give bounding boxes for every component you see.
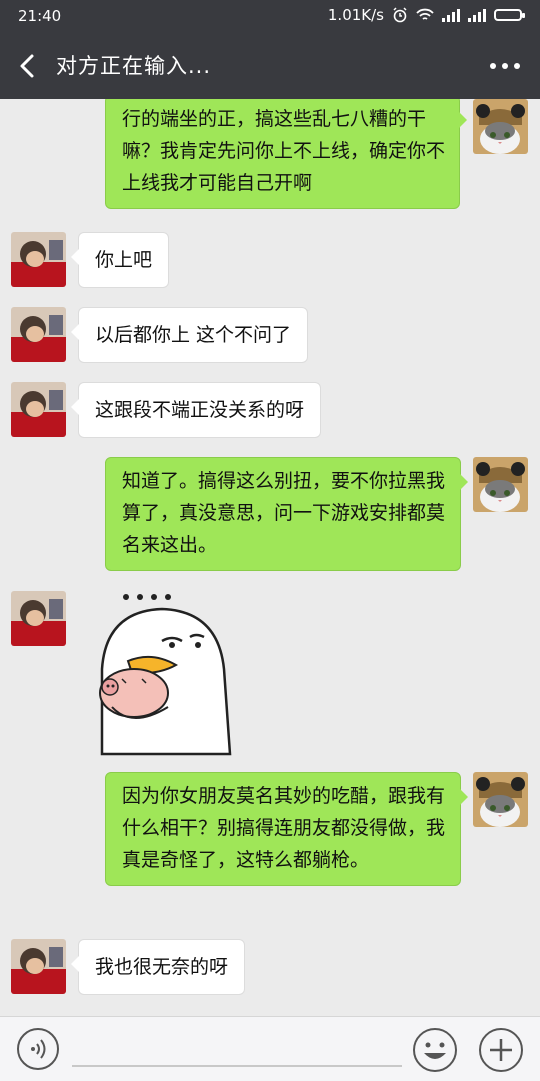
message-list[interactable]: 行的端坐的正，搞这些乱七八糟的干嘛？我肯定先问你上不上线，确定你不上线我才可能自… xyxy=(0,99,540,1016)
input-bar xyxy=(0,1016,540,1081)
my-avatar[interactable] xyxy=(473,772,528,827)
message-bubble-in[interactable]: 你上吧 xyxy=(70,232,170,288)
message-text: 知道了。搞得这么别扭，要不你拉黑我算了，真没意思，问一下游戏安排都莫名来这出。 xyxy=(122,470,446,556)
duck-holding-pig-sticker[interactable] xyxy=(92,589,242,759)
status-bar: 21:40 1.01K/s xyxy=(0,0,540,32)
status-indicators: 1.01K/s xyxy=(327,6,525,24)
battery-icon xyxy=(494,9,525,21)
chat-header: 对方正在输入... xyxy=(0,32,540,99)
voice-input-icon[interactable] xyxy=(16,1027,60,1071)
contact-avatar[interactable] xyxy=(11,591,66,646)
message-bubble-in[interactable]: 我也很无奈的呀 xyxy=(70,939,246,995)
contact-avatar[interactable] xyxy=(11,232,66,287)
status-time: 21:40 xyxy=(18,7,62,25)
message-text: 你上吧 xyxy=(95,249,153,271)
more-dots-icon[interactable] xyxy=(488,54,522,78)
alarm-icon xyxy=(393,7,407,23)
message-bubble-in[interactable]: 这跟段不端正没关系的呀 xyxy=(70,382,322,438)
message-input[interactable] xyxy=(72,1065,402,1067)
back-arrow-icon[interactable] xyxy=(10,46,46,86)
chat-title: 对方正在输入... xyxy=(56,54,212,78)
contact-avatar[interactable] xyxy=(11,382,66,437)
my-avatar[interactable] xyxy=(473,99,528,154)
contact-avatar[interactable] xyxy=(11,307,66,362)
emoji-icon[interactable] xyxy=(412,1027,458,1073)
network-speed: 1.01K/s xyxy=(327,6,384,24)
message-text: 以后都你上 这个不问了 xyxy=(95,324,292,346)
message-text: 行的端坐的正，搞这些乱七八糟的干嘛？我肯定先问你上不上线，确定你不上线我才可能自… xyxy=(122,108,446,194)
signal-icon xyxy=(442,8,460,22)
message-bubble-out[interactable]: 行的端坐的正，搞这些乱七八糟的干嘛？我肯定先问你上不上线，确定你不上线我才可能自… xyxy=(105,99,467,209)
message-bubble-in[interactable]: 以后都你上 这个不问了 xyxy=(70,307,309,363)
signal-icon-2 xyxy=(468,8,486,22)
message-text: 因为你女朋友莫名其妙的吃醋，跟我有什么相干？别搞得连朋友都没得做，我真是奇怪了，… xyxy=(122,785,446,871)
message-bubble-out[interactable]: 知道了。搞得这么别扭，要不你拉黑我算了，真没意思，问一下游戏安排都莫名来这出。 xyxy=(105,457,468,571)
message-text: 这跟段不端正没关系的呀 xyxy=(95,399,305,421)
wifi-icon xyxy=(416,8,434,20)
contact-avatar[interactable] xyxy=(11,939,66,994)
message-text: 我也很无奈的呀 xyxy=(95,956,229,978)
my-avatar[interactable] xyxy=(473,457,528,512)
message-bubble-out[interactable]: 因为你女朋友莫名其妙的吃醋，跟我有什么相干？别搞得连朋友都没得做，我真是奇怪了，… xyxy=(105,772,468,886)
plus-icon[interactable] xyxy=(478,1027,524,1073)
